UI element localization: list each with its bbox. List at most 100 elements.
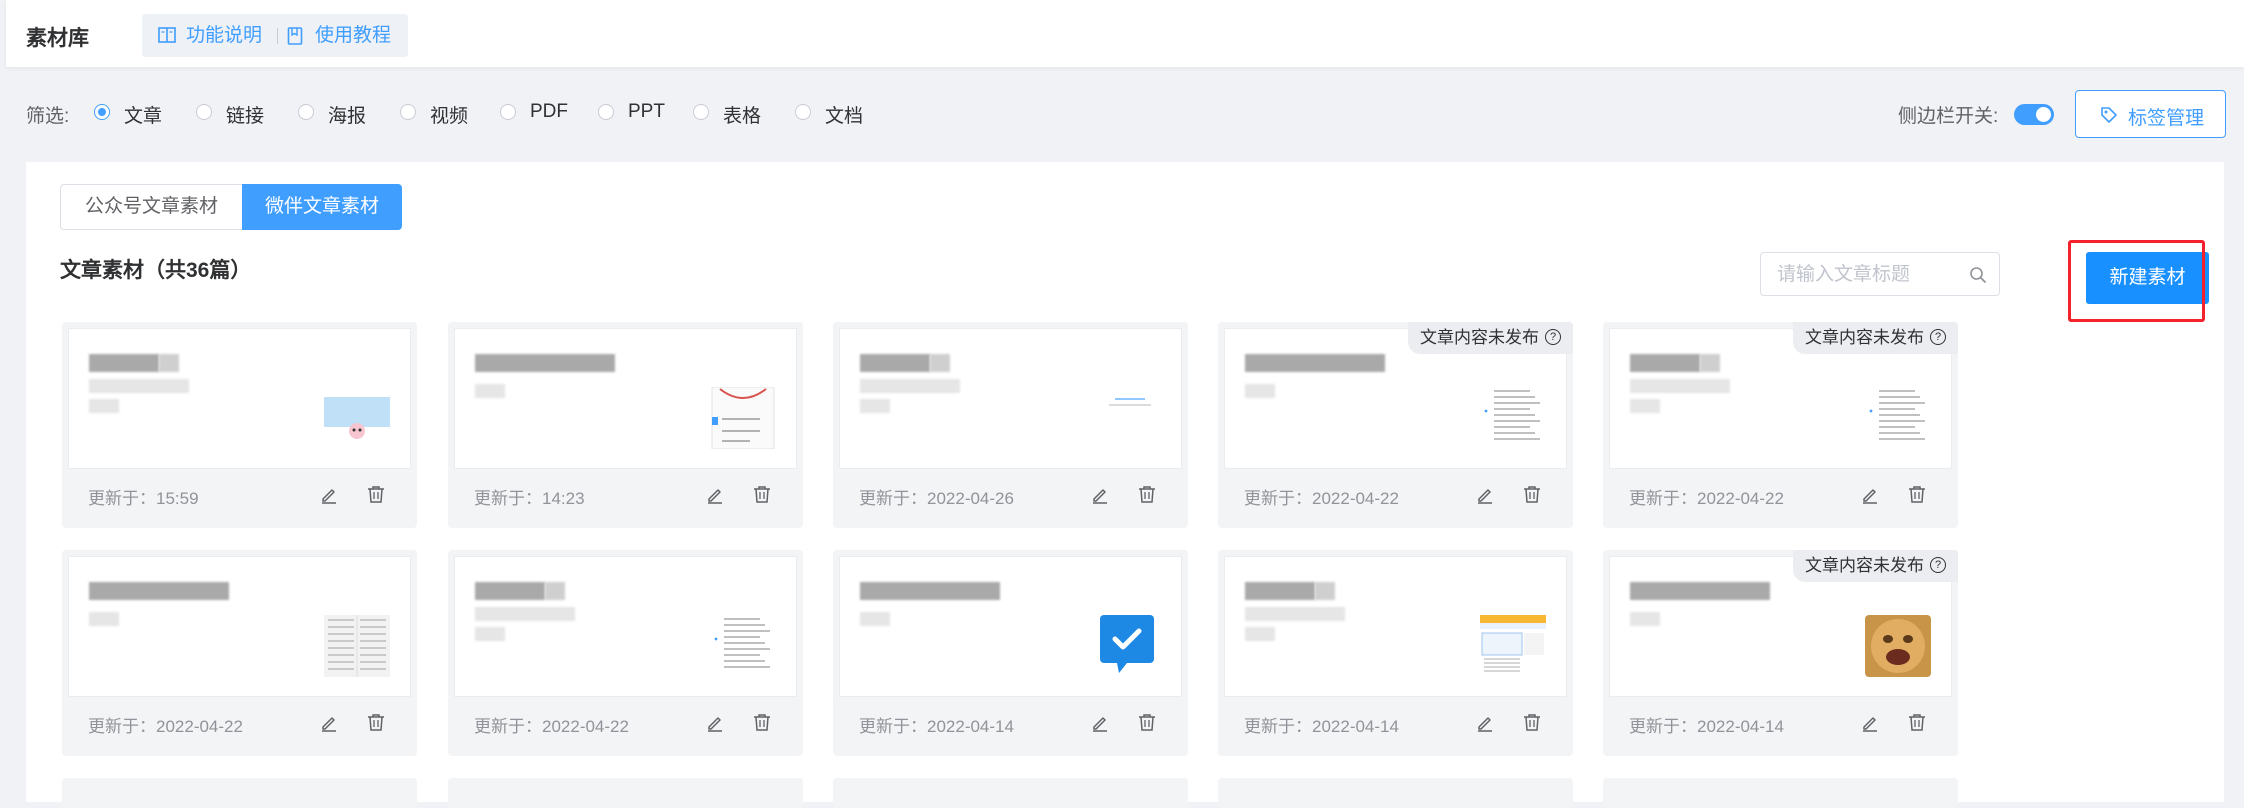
tag-manage-label: 标签管理 bbox=[2128, 108, 2205, 129]
delete-icon[interactable] bbox=[753, 485, 771, 509]
card-updated-time: 更新于：2022-04-22 bbox=[88, 717, 243, 736]
filter-radio-label: PDF bbox=[530, 101, 568, 122]
delete-icon[interactable] bbox=[753, 713, 771, 737]
search-box bbox=[1760, 252, 2000, 296]
edit-icon[interactable] bbox=[1861, 714, 1879, 737]
filter-radio-label: 视频 bbox=[430, 106, 469, 127]
delete-icon[interactable] bbox=[367, 713, 385, 737]
unpublished-badge: 文章内容未发布? bbox=[1793, 322, 1958, 354]
thumbnail-image bbox=[324, 615, 390, 677]
material-card[interactable]: 更新于：15:59 bbox=[62, 322, 417, 528]
edit-icon[interactable] bbox=[1861, 486, 1879, 509]
unpublished-label: 文章内容未发布 bbox=[1805, 328, 1924, 347]
filter-radio-label: 表格 bbox=[723, 106, 762, 127]
material-card[interactable]: 更新于：2022-04-26 bbox=[833, 322, 1188, 528]
tutorial-label: 使用教程 bbox=[315, 25, 392, 46]
tutorial-link[interactable]: 使用教程 bbox=[287, 14, 402, 57]
card-updated-time: 更新于：2022-04-26 bbox=[859, 489, 1014, 508]
feature-description-label: 功能说明 bbox=[186, 25, 263, 46]
thumbnail-image bbox=[1865, 387, 1931, 449]
edit-icon[interactable] bbox=[320, 714, 338, 737]
card-updated-time: 更新于：15:59 bbox=[88, 489, 199, 508]
delete-icon[interactable] bbox=[1523, 713, 1541, 737]
tag-manage-button[interactable]: 标签管理 bbox=[2075, 90, 2226, 138]
thumbnail-image bbox=[1865, 615, 1931, 677]
edit-icon[interactable] bbox=[1091, 486, 1109, 509]
card-thumbnail bbox=[839, 328, 1182, 469]
filter-radio-label: PPT bbox=[628, 101, 665, 122]
material-card[interactable]: 文章内容未发布? 更新于：2022-04-14 bbox=[1603, 550, 1958, 756]
radio-circle bbox=[500, 104, 516, 120]
unpublished-label: 文章内容未发布 bbox=[1420, 328, 1539, 347]
material-card[interactable]: 更新于：2022-04-14 bbox=[833, 550, 1188, 756]
material-panel: 公众号文章素材 微伴文章素材 文章素材（共36篇） 新建素材 更新于：15:59… bbox=[26, 162, 2224, 808]
edit-icon[interactable] bbox=[706, 486, 724, 509]
radio-circle bbox=[94, 104, 110, 120]
edit-icon[interactable] bbox=[1091, 714, 1109, 737]
delete-icon[interactable] bbox=[1908, 713, 1926, 737]
material-card[interactable] bbox=[1603, 778, 1958, 808]
help-circle-icon[interactable]: ? bbox=[1545, 328, 1561, 345]
sidebar-toggle-switch[interactable] bbox=[2014, 104, 2054, 125]
material-card[interactable]: 文章内容未发布? 更新于：2022-04-22 bbox=[1603, 322, 1958, 528]
radio-circle bbox=[693, 104, 709, 120]
card-thumbnail bbox=[1224, 556, 1567, 697]
tab-weiban-articles[interactable]: 微伴文章素材 bbox=[242, 184, 402, 230]
thumbnail-image bbox=[1095, 387, 1161, 449]
delete-icon[interactable] bbox=[1138, 485, 1156, 509]
card-thumbnail bbox=[68, 328, 411, 469]
material-card[interactable]: 更新于：2022-04-22 bbox=[448, 550, 803, 756]
edit-icon[interactable] bbox=[320, 486, 338, 509]
card-updated-time: 更新于：2022-04-22 bbox=[474, 717, 629, 736]
material-card[interactable] bbox=[448, 778, 803, 808]
delete-icon[interactable] bbox=[1908, 485, 1926, 509]
sidebar-toggle-label: 侧边栏开关: bbox=[1898, 106, 1999, 127]
card-thumbnail bbox=[68, 556, 411, 697]
material-card[interactable]: 文章内容未发布? 更新于：2022-04-22 bbox=[1218, 322, 1573, 528]
card-thumbnail bbox=[839, 556, 1182, 697]
section-title: 文章素材（共36篇） bbox=[60, 259, 252, 282]
delete-icon[interactable] bbox=[367, 485, 385, 509]
thumbnail-image bbox=[324, 387, 390, 449]
edit-icon[interactable] bbox=[1476, 486, 1494, 509]
filter-radio-label: 链接 bbox=[226, 106, 265, 127]
edit-icon[interactable] bbox=[706, 714, 724, 737]
radio-circle bbox=[598, 104, 614, 120]
card-updated-time: 更新于：2022-04-22 bbox=[1629, 489, 1784, 508]
radio-circle bbox=[400, 104, 416, 120]
article-title-search-input[interactable] bbox=[1775, 261, 1969, 289]
book-icon bbox=[158, 27, 176, 43]
help-circle-icon[interactable]: ? bbox=[1930, 328, 1946, 345]
material-card[interactable] bbox=[1218, 778, 1573, 808]
unpublished-badge: 文章内容未发布? bbox=[1408, 322, 1573, 354]
thumbnail-image bbox=[1480, 615, 1546, 677]
filter-radio-label: 文档 bbox=[825, 106, 864, 127]
help-links: 功能说明 使用教程 bbox=[142, 14, 408, 57]
filter-radio-label: 文章 bbox=[124, 106, 163, 127]
divider bbox=[277, 28, 278, 44]
document-icon bbox=[287, 27, 303, 45]
help-circle-icon[interactable]: ? bbox=[1930, 556, 1946, 573]
unpublished-badge: 文章内容未发布? bbox=[1793, 550, 1958, 582]
edit-icon[interactable] bbox=[1476, 714, 1494, 737]
thumbnail-image bbox=[1095, 615, 1161, 677]
material-card[interactable] bbox=[62, 778, 417, 808]
tag-icon bbox=[2101, 107, 2117, 123]
card-updated-time: 更新于：2022-04-14 bbox=[1629, 717, 1784, 736]
card-updated-time: 更新于：2022-04-14 bbox=[859, 717, 1014, 736]
feature-description-link[interactable]: 功能说明 bbox=[158, 14, 268, 57]
material-card[interactable]: 更新于：2022-04-22 bbox=[62, 550, 417, 756]
material-card[interactable]: 更新于：14:23 bbox=[448, 322, 803, 528]
material-card[interactable]: 更新于：2022-04-14 bbox=[1218, 550, 1573, 756]
material-card[interactable] bbox=[833, 778, 1188, 808]
card-updated-time: 更新于：2022-04-22 bbox=[1244, 489, 1399, 508]
card-thumbnail bbox=[454, 328, 797, 469]
delete-icon[interactable] bbox=[1523, 485, 1541, 509]
page-title: 素材库 bbox=[26, 27, 89, 50]
top-header: 素材库 功能说明 使用教程 bbox=[6, 0, 2244, 67]
radio-circle bbox=[795, 104, 811, 120]
delete-icon[interactable] bbox=[1138, 713, 1156, 737]
card-updated-time: 更新于：2022-04-14 bbox=[1244, 717, 1399, 736]
tab-official-account-articles[interactable]: 公众号文章素材 bbox=[60, 184, 242, 230]
search-icon[interactable] bbox=[1969, 266, 1987, 284]
